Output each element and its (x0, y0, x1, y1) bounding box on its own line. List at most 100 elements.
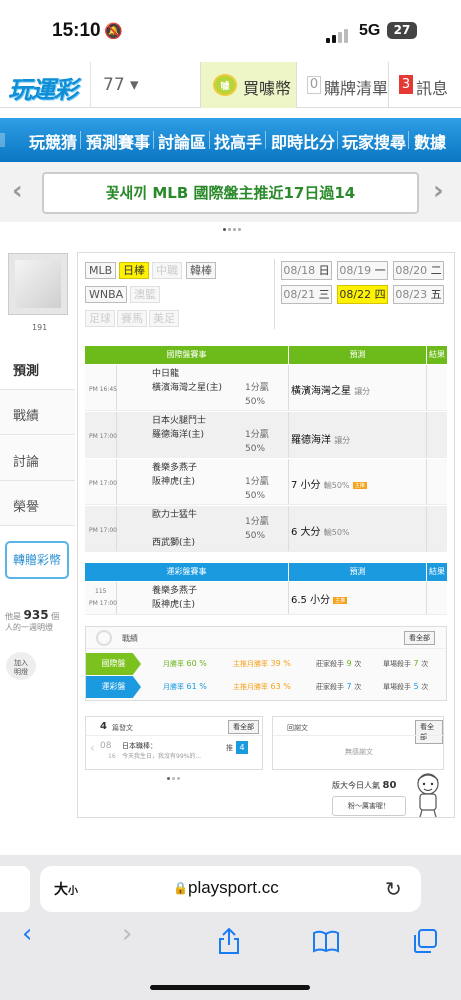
purchase-list-button[interactable]: 0 購牌清單 (296, 62, 388, 108)
posts-see-all-button[interactable]: 看全部 (228, 720, 259, 734)
dealer-killer-label: 莊家殺手 (316, 683, 344, 691)
nav-item-player-search[interactable]: 玩家搜尋 (342, 129, 406, 153)
date-label: 08/18 (283, 264, 316, 277)
sport-tag-nfl[interactable]: 美足 (149, 310, 179, 327)
bookmarks-icon[interactable] (312, 929, 340, 953)
nav-edge (0, 133, 5, 147)
tabs-icon[interactable] (412, 928, 438, 954)
banner-headline[interactable]: 꽃새끼 MLB 國際盤主推近17日過14 (42, 172, 419, 214)
line-spread: 1分贏 (245, 517, 269, 527)
purchase-list-label: 購牌清單 (324, 79, 389, 98)
sport-tag-cpbl[interactable]: 中職 (152, 262, 182, 279)
intl-head-games: 國際盤賽事 (85, 346, 288, 364)
main-rate-label: 主推月勝率 (233, 683, 268, 691)
sport-tag-horse[interactable]: 賽馬 (117, 310, 147, 327)
share-icon[interactable] (216, 927, 242, 955)
date-label: 08/20 (395, 264, 428, 277)
thanks-empty: 無感謝文 (345, 748, 373, 756)
date-0822[interactable]: 08/22 四 (337, 285, 388, 304)
forward-icon[interactable]: › (122, 919, 132, 949)
site-header: 玩運彩 77 ▾ 噱 買噱幣 0 購牌清單 3 訊息 (0, 62, 461, 108)
date-0821[interactable]: 08/21 三 (281, 285, 332, 304)
date-0820[interactable]: 08/20 二 (393, 261, 444, 280)
avatar[interactable] (8, 253, 68, 315)
nav-divider (209, 131, 210, 149)
posts-box: 4 篇發文 看全部 ‹ 08 16 日本職棒： 今天我生日，我沒有99%的...… (85, 716, 263, 770)
record-header: 戰績 看全部 (86, 627, 446, 649)
nav-item-play-guess[interactable]: 玩競猜 (29, 129, 77, 153)
table-row[interactable]: PM 17:00 歐力士猛牛 西武獅(主) 1分贏 50% 6 大分 輸50% (85, 506, 447, 552)
profile-tab-record[interactable]: 戰績 (0, 390, 75, 435)
buy-coin-button[interactable]: 噱 買噱幣 (200, 62, 296, 108)
table-row[interactable]: PM 16:45 中日龍 橫濱海灣之星(主) 1分贏 50% 橫濱海灣之星 讓分 (85, 365, 447, 411)
line-pct: 50% (245, 397, 266, 407)
col-divider (426, 365, 427, 410)
single-killer: 單場殺手 7 次 (383, 659, 428, 669)
date-0819[interactable]: 08/19 一 (337, 261, 388, 280)
record-title: 戰績 (122, 634, 138, 643)
home-team: 羅德海洋(主) (152, 430, 205, 440)
nav-item-predict[interactable]: 預測賽事 (86, 129, 150, 153)
date-0818[interactable]: 08/18 日 (281, 261, 332, 280)
table-row[interactable]: PM 17:00 養樂多燕子 阪神虎(主) 1分贏 50% 7 小分 輸50% … (85, 459, 447, 505)
thanks-divider (273, 735, 443, 736)
date-0823[interactable]: 08/23 五 (393, 285, 444, 304)
intl-head-pred: 預測 (289, 346, 426, 364)
post-excerpt[interactable]: 今天我生日，我沒有99%的... (122, 751, 201, 760)
col-divider (288, 506, 289, 551)
browser-toolbar: 大小 🔒 playsport.cc ↻ ‹ › (0, 855, 461, 1000)
record-see-all-button[interactable]: 看全部 (404, 631, 435, 645)
monthly-rate-label: 月勝率 (163, 660, 184, 668)
weekday-label: 日 (318, 264, 330, 277)
away-team: 歐力士猛牛 (152, 510, 198, 520)
fans-suffix: 個 (51, 612, 60, 621)
profile-tab-discuss[interactable]: 討論 (0, 436, 75, 481)
sport-tag-nbl[interactable]: 澳籃 (130, 286, 160, 303)
profile-tab-predict[interactable]: 預測 (0, 345, 75, 390)
address-bar[interactable]: 大小 🔒 playsport.cc ↻ (40, 866, 421, 912)
posts-prev-arrow-icon[interactable]: ‹ (90, 741, 95, 755)
url-text[interactable]: playsport.cc (188, 878, 279, 898)
pick-label: 羅德海洋 (291, 435, 331, 446)
sport-tag-kbo[interactable]: 韓棒 (186, 262, 216, 279)
thanks-see-all-button[interactable]: 看全部 (415, 720, 443, 744)
home-team: 阪神虎(主) (152, 600, 196, 610)
fans-line2: 人的一週明燈 (5, 623, 53, 632)
nav-item-find-expert[interactable]: 找高手 (214, 129, 262, 153)
messages-button[interactable]: 3 訊息 (388, 62, 461, 108)
intl-head-result: 結果 (427, 346, 447, 364)
previous-tab-preview[interactable] (0, 866, 30, 912)
sport-tag-mlb[interactable]: MLB (85, 262, 117, 279)
nav-item-live-score[interactable]: 即時比分 (271, 129, 335, 153)
follow-lightbulb-button[interactable]: 加入 明燈 (6, 652, 36, 680)
sport-tag-wnba[interactable]: WNBA (85, 286, 128, 303)
profile-tab-honor[interactable]: 榮譽 (0, 481, 75, 526)
record-label: 國際盤 (86, 653, 141, 675)
banner-next-arrow-icon[interactable]: › (433, 176, 444, 206)
reader-text-size-button[interactable]: 大小 (54, 879, 78, 899)
nav-item-data[interactable]: 數據 (414, 129, 446, 153)
post-title[interactable]: 日本職棒： (122, 741, 157, 751)
single-killer-label: 單場殺手 (383, 660, 411, 668)
user-dropdown[interactable]: 77 ▾ (90, 62, 200, 108)
banner-prev-arrow-icon[interactable]: ‹ (12, 176, 23, 206)
line-spread: 1分贏 (245, 383, 269, 393)
main-nav: 玩競猜 預測賽事 討論區 找高手 即時比分 玩家搜尋 數據 (0, 118, 461, 162)
pick-sub: 輸50% (323, 481, 350, 490)
dealer-killer: 莊家殺手 9 次 (316, 659, 361, 669)
home-team: 橫濱海灣之星(主) (152, 383, 223, 393)
transfer-coin-button[interactable]: 轉贈彩幣 (5, 541, 69, 579)
pick: 7 小分 輸50% 主推 (291, 476, 367, 491)
line-pct: 50% (245, 531, 266, 541)
nav-item-forum[interactable]: 討論區 (158, 129, 206, 153)
reload-icon[interactable]: ↻ (385, 877, 402, 901)
sport-tag-npb[interactable]: 日棒 (119, 262, 149, 279)
avatar-image (15, 260, 61, 308)
table-row[interactable]: PM 17:00 日本火腿鬥士 羅德海洋(主) 1分贏 50% 羅德海洋 讓分 (85, 412, 447, 458)
back-icon[interactable]: ‹ (22, 919, 32, 949)
line-pct: 50% (245, 491, 266, 501)
sport-tag-soccer[interactable]: 足球 (85, 310, 115, 327)
site-logo[interactable]: 玩運彩 (8, 70, 78, 105)
table-row[interactable]: 115 PM 17:00 養樂多燕子 阪神虎(主) 6.5 小分 主推 (85, 582, 447, 615)
nav-divider (80, 131, 81, 149)
